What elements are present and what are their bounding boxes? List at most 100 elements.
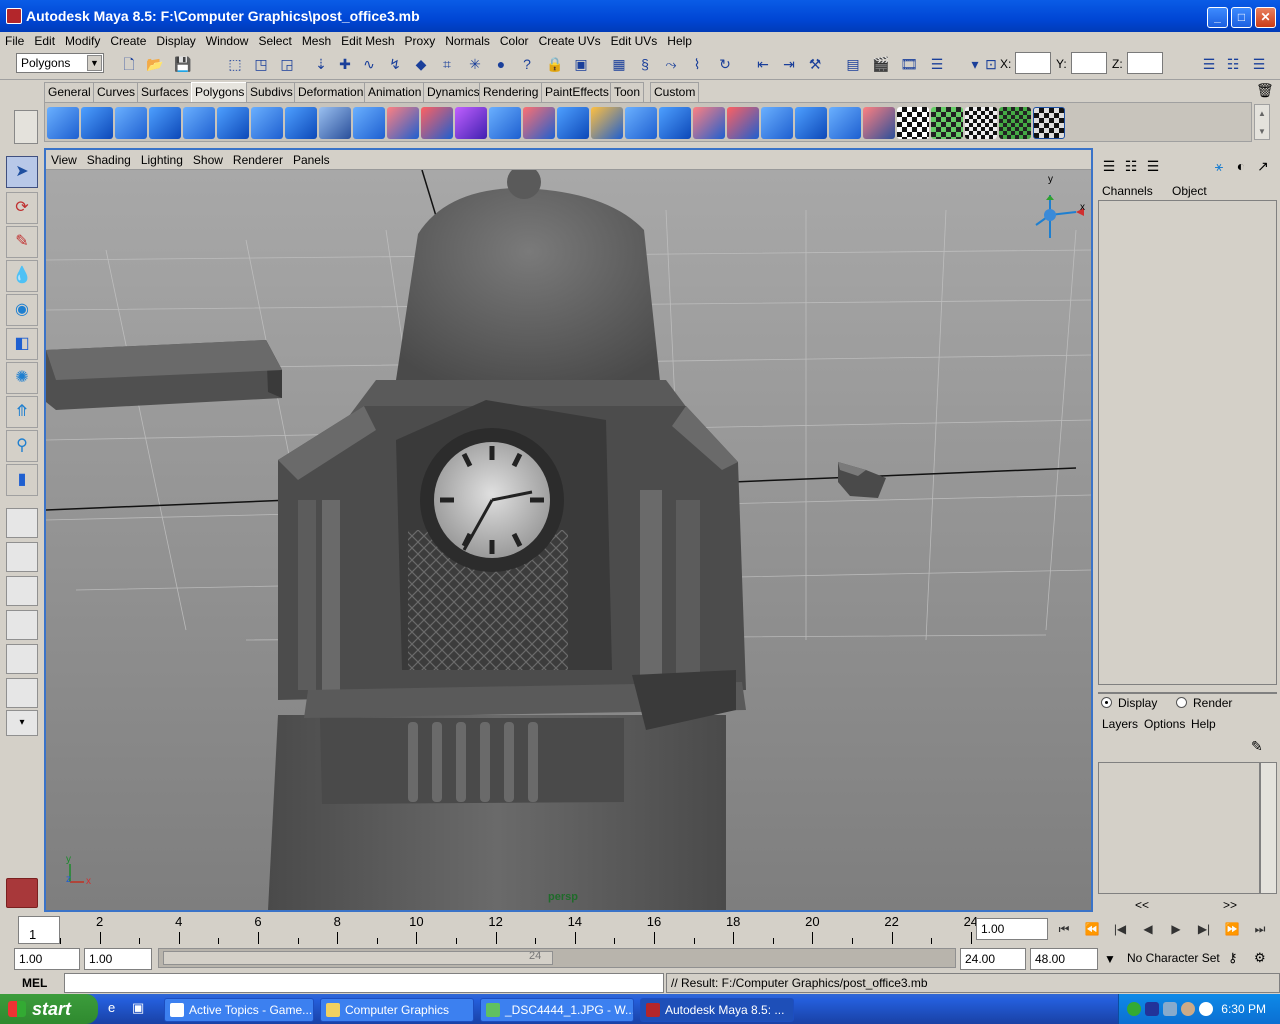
shelf-tab-painteffects[interactable]: PaintEffects: [541, 82, 613, 102]
z-field[interactable]: [1127, 52, 1163, 74]
shelf-tab-curves[interactable]: Curves: [93, 82, 140, 102]
layer-list[interactable]: [1098, 762, 1260, 894]
redo-icon[interactable]: ↻: [714, 53, 736, 75]
playback-end-field[interactable]: 24.00: [960, 948, 1026, 970]
shelf-tab-custom[interactable]: Custom: [650, 82, 700, 102]
poly-cylinder-icon[interactable]: [115, 107, 147, 139]
save-scene-icon[interactable]: 💾: [172, 53, 194, 75]
poly-torus-icon[interactable]: [217, 107, 249, 139]
offset-edge-loop-icon[interactable]: [659, 107, 691, 139]
viewport-menu-lighting[interactable]: Lighting: [136, 150, 188, 170]
history-icon[interactable]: ✳: [464, 53, 486, 75]
menu-mesh[interactable]: Mesh: [297, 32, 336, 50]
persp-outliner-layout-icon[interactable]: [6, 576, 38, 606]
step-back-frame-button[interactable]: ⏪: [1080, 919, 1104, 939]
select-object-icon[interactable]: ◳: [250, 53, 272, 75]
snap-curve-icon[interactable]: ∿: [358, 53, 380, 75]
edit-input-icon[interactable]: ⌇: [686, 53, 708, 75]
viewport-menu-renderer[interactable]: Renderer: [228, 150, 288, 170]
minimize-button[interactable]: _: [1207, 7, 1228, 28]
poly-sphere-icon[interactable]: [47, 107, 79, 139]
time-slider[interactable]: 1 2 4 6 8 10 12 14 16 18 20 22 24: [14, 912, 978, 944]
shelf-tab-subdivs[interactable]: Subdivs: [246, 82, 297, 102]
insert-edge-loop-icon[interactable]: [625, 107, 657, 139]
start-time-field[interactable]: 1.00: [14, 948, 80, 970]
poly-cone-icon[interactable]: [149, 107, 181, 139]
layers-menu[interactable]: Layers: [1102, 717, 1138, 731]
beam-object[interactable]: [46, 340, 282, 410]
play-backwards-button[interactable]: ◀: [1136, 919, 1160, 939]
move-tool-icon[interactable]: 💧: [6, 260, 38, 292]
audio-icon[interactable]: [1145, 1002, 1159, 1016]
trash-icon[interactable]: 🗑: [1256, 82, 1274, 99]
menu-proxy[interactable]: Proxy: [400, 32, 441, 50]
scene-view[interactable]: y x y x z: [46, 170, 1091, 910]
layer-editor-icon[interactable]: ☰: [1143, 156, 1163, 176]
step-forward-frame-button[interactable]: ⏩: [1220, 919, 1244, 939]
menu-edit-uvs[interactable]: Edit UVs: [606, 32, 663, 50]
magnet-icon[interactable]: ⤳: [660, 53, 682, 75]
menu-create[interactable]: Create: [105, 32, 151, 50]
step-back-key-button[interactable]: |◀: [1108, 919, 1132, 939]
paint-select-tool-icon[interactable]: ✎: [6, 226, 38, 258]
maya-app-icon[interactable]: [6, 8, 22, 24]
viewport-menu-show[interactable]: Show: [188, 150, 228, 170]
scroll-left-button[interactable]: <<: [1135, 898, 1149, 912]
four-view-layout-icon[interactable]: [6, 542, 38, 572]
animation-preferences-icon[interactable]: ⚙: [1254, 950, 1276, 968]
lasso-tool-icon[interactable]: ⟳: [6, 192, 38, 224]
scroll-right-button[interactable]: >>: [1223, 898, 1237, 912]
mask-dropdown-icon[interactable]: ⇣: [310, 53, 332, 75]
task-active-topics[interactable]: Active Topics - Game...: [164, 998, 314, 1022]
playback-start-field[interactable]: 1.00: [84, 948, 152, 970]
merge-icon[interactable]: [693, 107, 725, 139]
snap-point-icon[interactable]: ↯: [384, 53, 406, 75]
boolean-union-icon[interactable]: [421, 107, 453, 139]
rotate-tool-icon[interactable]: ◉: [6, 294, 38, 326]
display-radio[interactable]: [1101, 697, 1112, 708]
render-radio[interactable]: [1176, 697, 1187, 708]
uv-layout-icon[interactable]: [931, 107, 963, 139]
clapper-icon[interactable]: 🎬: [870, 53, 892, 75]
channel-layer-icon[interactable]: ☷: [1121, 156, 1141, 176]
y-field[interactable]: [1071, 52, 1107, 74]
menu-normals[interactable]: Normals: [440, 32, 495, 50]
close-button[interactable]: ✕: [1255, 7, 1276, 28]
shelf-tab-surfaces[interactable]: Surfaces: [137, 82, 193, 102]
unfold-uv-icon[interactable]: [999, 107, 1031, 139]
sphere-icon[interactable]: ●: [490, 53, 512, 75]
shelf-tab-dynamics[interactable]: Dynamics: [423, 82, 484, 102]
range-slider-handle[interactable]: [163, 951, 553, 965]
shelf-tab-animation[interactable]: Animation: [364, 82, 426, 102]
chevron-down-icon[interactable]: ▼: [1100, 952, 1120, 966]
object-tab[interactable]: Object: [1172, 184, 1207, 198]
go-to-start-button[interactable]: ⏮: [1052, 919, 1076, 939]
smooth-icon[interactable]: [455, 107, 487, 139]
help-icon[interactable]: ?: [516, 53, 538, 75]
append-polygon-icon[interactable]: [557, 107, 589, 139]
channels-tab[interactable]: Channels: [1102, 184, 1153, 198]
panel-divider[interactable]: [1098, 692, 1277, 694]
poly-cube-icon[interactable]: [81, 107, 113, 139]
universal-manipulator-icon[interactable]: ✺: [6, 362, 38, 394]
tool-settings-toggle-icon[interactable]: ☷: [1222, 53, 1244, 75]
wedge-icon[interactable]: [761, 107, 793, 139]
planar-mapping-icon[interactable]: [829, 107, 861, 139]
menu-help[interactable]: Help: [662, 32, 697, 50]
tray-app-icon[interactable]: [1181, 1002, 1195, 1016]
bridge-icon[interactable]: [523, 107, 555, 139]
menu-set-dropdown[interactable]: Polygons ▼: [16, 53, 104, 73]
lock-icon[interactable]: 🔒: [544, 53, 566, 75]
snap-surface-icon[interactable]: ◆: [410, 53, 432, 75]
persp-trax-layout-icon[interactable]: [6, 678, 38, 708]
network-icon[interactable]: [1127, 1002, 1141, 1016]
character-set-dropdown[interactable]: No Character Set: [1124, 948, 1224, 970]
task-dsc-image[interactable]: _DSC4444_1.JPG - W...: [480, 998, 634, 1022]
command-input[interactable]: [64, 973, 664, 993]
task-maya[interactable]: Autodesk Maya 8.5: ...: [640, 998, 794, 1022]
options-menu[interactable]: Options: [1144, 717, 1185, 731]
menu-select[interactable]: Select: [253, 32, 296, 50]
channel-box-toggle-icon[interactable]: ☰: [1248, 53, 1270, 75]
channel-list[interactable]: [1098, 200, 1277, 685]
mel-label[interactable]: MEL: [22, 976, 47, 990]
